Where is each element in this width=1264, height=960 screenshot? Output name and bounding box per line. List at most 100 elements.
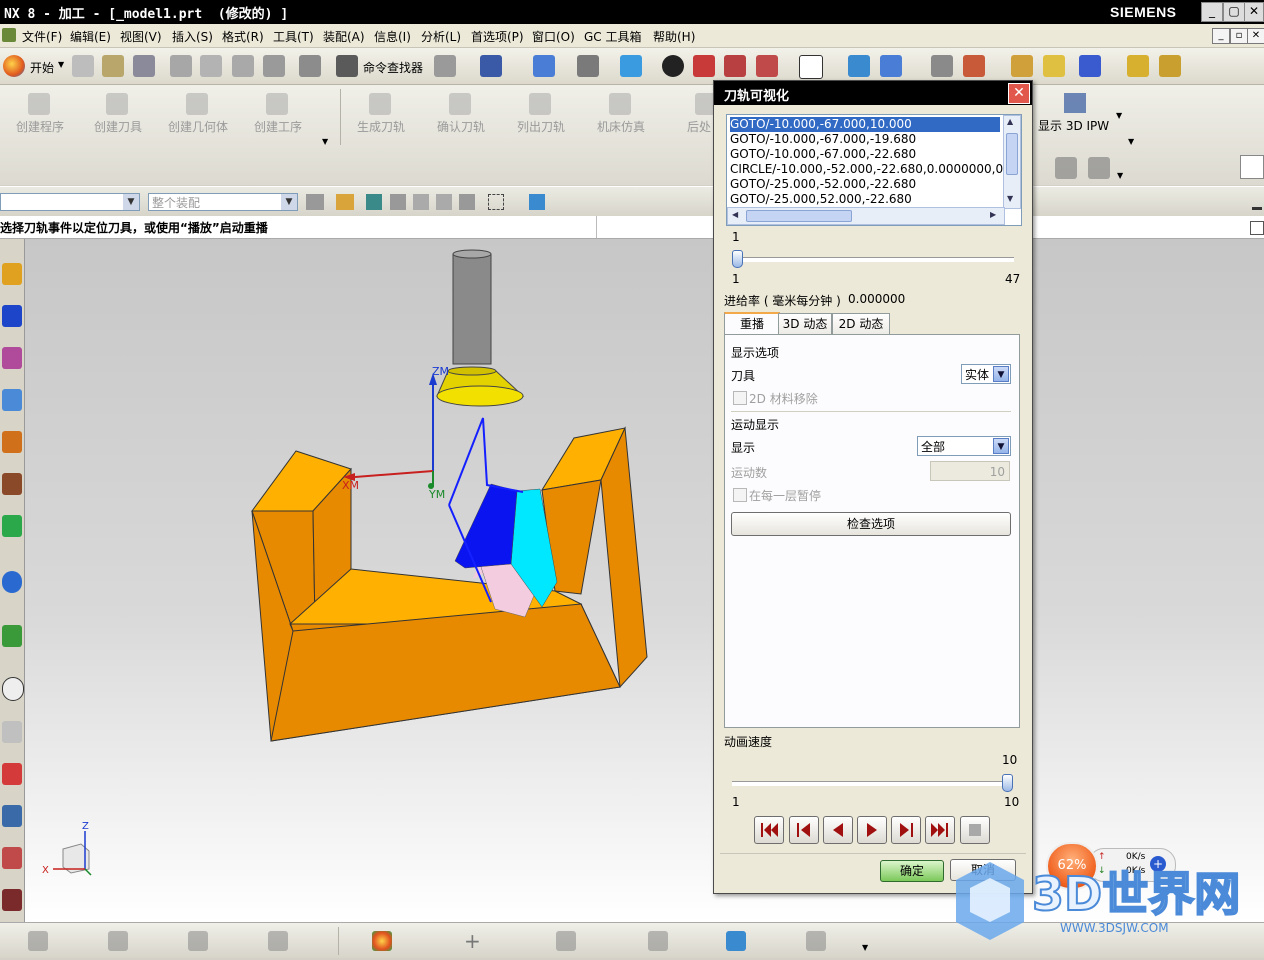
history-clock-icon[interactable] (2, 677, 24, 701)
show-3d-ipw-button[interactable]: 显示 3D IPW (1038, 117, 1109, 134)
rewind-to-start-icon[interactable] (754, 816, 784, 844)
menu-tools[interactable]: 工具(T) (273, 28, 314, 45)
group-icon[interactable] (28, 931, 48, 951)
system-materials-icon[interactable] (2, 721, 22, 743)
machine-simulation-button[interactable]: 机床仿真 (581, 85, 661, 145)
start-dropdown-icon[interactable]: ▼ (58, 60, 64, 69)
pause-each-layer-checkbox[interactable] (733, 488, 747, 502)
motion-display-select[interactable]: 全部 ▼ (917, 436, 1011, 456)
event-item[interactable]: GOTO/-10.000,-67.000,10.000 (730, 117, 1000, 132)
touch-mode-icon[interactable] (434, 55, 456, 77)
play-forward-icon[interactable] (857, 816, 887, 844)
system-scenes-icon[interactable] (2, 889, 22, 911)
program-order-view-icon[interactable] (2, 263, 22, 285)
stock-icon[interactable] (648, 931, 668, 951)
toolbar3-dropdown-icon[interactable]: ▼ (1117, 171, 1123, 180)
list-toolpath-button[interactable]: 列出刀轨 (501, 85, 581, 145)
ruler-icon[interactable] (1127, 55, 1149, 77)
open-file-icon[interactable] (102, 55, 124, 77)
render-style-icon[interactable] (577, 55, 599, 77)
ipw-cube-icon[interactable] (726, 931, 746, 951)
command-finder-icon[interactable] (336, 55, 358, 77)
minimize-button[interactable]: _ (1201, 2, 1223, 22)
roles-icon[interactable] (2, 847, 22, 869)
library-icon[interactable] (2, 515, 22, 537)
doc-minimize-button[interactable]: _ (1212, 28, 1230, 44)
doc-close-button[interactable]: ✕ (1247, 28, 1264, 44)
create-geometry-button[interactable]: 创建几何体 (158, 85, 238, 145)
menu-file[interactable]: 文件(F) (22, 28, 62, 45)
box-icon[interactable] (806, 931, 826, 951)
create-operation-button[interactable]: 创建工序 (238, 85, 318, 145)
play-reverse-icon[interactable] (823, 816, 853, 844)
fit-view-icon[interactable] (533, 55, 555, 77)
event-item[interactable]: GOTO/-25.000,-52.000,-22.680 (730, 177, 916, 192)
manufacturing-wizard-icon[interactable] (2, 805, 22, 827)
scroll-up-icon[interactable]: ▲ (1007, 117, 1013, 126)
event-list-vscrollbar[interactable]: ▲ ▼ (1003, 115, 1021, 209)
event-item[interactable]: GOTO/-25.000,52.000,-22.680 (730, 192, 912, 207)
toolpath-event-list[interactable]: GOTO/-10.000,-67.000,10.000 GOTO/-10.000… (726, 114, 1022, 226)
event-slider-track[interactable] (732, 257, 1014, 262)
tab-2d-dynamic[interactable]: 2D 动态 (832, 313, 890, 334)
app-menu-icon[interactable] (2, 28, 16, 42)
selection-scope-combo[interactable]: 整个装配 ▼ (148, 193, 298, 211)
step-forward-icon[interactable] (891, 816, 921, 844)
ipw-dropdown-icon[interactable]: ▼ (1116, 111, 1122, 120)
menu-format[interactable]: 格式(R) (222, 28, 264, 45)
paste-icon[interactable] (232, 55, 254, 77)
menu-information[interactable]: 信息(I) (374, 28, 411, 45)
face-select-icon[interactable] (390, 194, 406, 210)
copy-icon[interactable] (200, 55, 222, 77)
scroll-down-icon[interactable]: ▼ (1007, 194, 1013, 203)
section-icon[interactable] (693, 55, 715, 77)
curve-select-icon[interactable] (459, 194, 475, 210)
point-select-icon[interactable] (413, 194, 429, 210)
animation-speed-handle[interactable] (1002, 774, 1013, 792)
arrow-icon[interactable] (366, 194, 382, 210)
ipw-compare-icon[interactable] (1088, 157, 1110, 179)
layer-settings-icon[interactable] (931, 55, 953, 77)
scroll-left-icon[interactable]: ◀ (732, 210, 738, 219)
generate-toolpath-button[interactable]: 生成刀轨 (341, 85, 421, 145)
type-filter-combo[interactable]: ▼ (0, 193, 140, 211)
geometry-view-icon[interactable] (2, 347, 22, 369)
animation-speed-track[interactable] (732, 781, 1012, 786)
menu-window[interactable]: 窗口(O) (532, 28, 575, 45)
snap-point-icon[interactable] (336, 194, 354, 210)
process-studio-icon[interactable] (2, 625, 22, 647)
cube-select-icon[interactable] (529, 194, 545, 210)
crosshair-icon[interactable]: + (464, 931, 481, 951)
graphics-viewport[interactable]: ZM XM YM Z X (25, 239, 1264, 922)
event-item[interactable]: GOTO/-10.000,-67.000,-19.680 (730, 132, 916, 147)
menu-assembly[interactable]: 装配(A) (323, 28, 365, 45)
close-button[interactable]: ✕ (1244, 2, 1264, 22)
vertex-select-icon[interactable] (436, 194, 452, 210)
measure-icon[interactable] (1011, 55, 1033, 77)
object-icon[interactable] (188, 931, 208, 951)
maximize-button[interactable]: ▢ (1223, 2, 1245, 22)
ok-button[interactable]: 确定 (880, 860, 944, 882)
dialog-title-bar[interactable]: 刀轨可视化 ✕ (714, 81, 1032, 105)
toolbar-dropdown-icon[interactable]: ▼ (322, 137, 328, 146)
scroll-thumb[interactable] (1006, 133, 1018, 175)
filter-settings-icon[interactable] (306, 194, 324, 210)
bottom-dropdown-icon[interactable]: ▼ (862, 943, 868, 952)
event-item[interactable]: CIRCLE/-10.000,-52.000,-22.680,0.0000000… (730, 162, 1003, 177)
ipw-option-icon[interactable] (1055, 157, 1077, 179)
panel-toggle-icon[interactable] (1240, 155, 1264, 179)
cut-icon[interactable] (170, 55, 192, 77)
event-item[interactable]: GOTO/-10.000,-67.000,-22.680 (730, 147, 916, 162)
menu-preferences[interactable]: 首选项(P) (471, 28, 524, 45)
undo-icon[interactable] (299, 55, 321, 77)
measure-distance-icon[interactable] (556, 931, 576, 951)
visualization-icon[interactable] (2, 763, 22, 785)
selection-icon[interactable] (480, 55, 502, 77)
start-icon[interactable] (3, 55, 25, 77)
analysis-icon[interactable] (1043, 55, 1065, 77)
dialog-close-button[interactable]: ✕ (1008, 83, 1030, 104)
drafting-icon[interactable] (1159, 55, 1181, 77)
save-icon[interactable] (133, 55, 155, 77)
menu-analysis[interactable]: 分析(L) (421, 28, 461, 45)
layer-icon[interactable] (724, 55, 746, 77)
